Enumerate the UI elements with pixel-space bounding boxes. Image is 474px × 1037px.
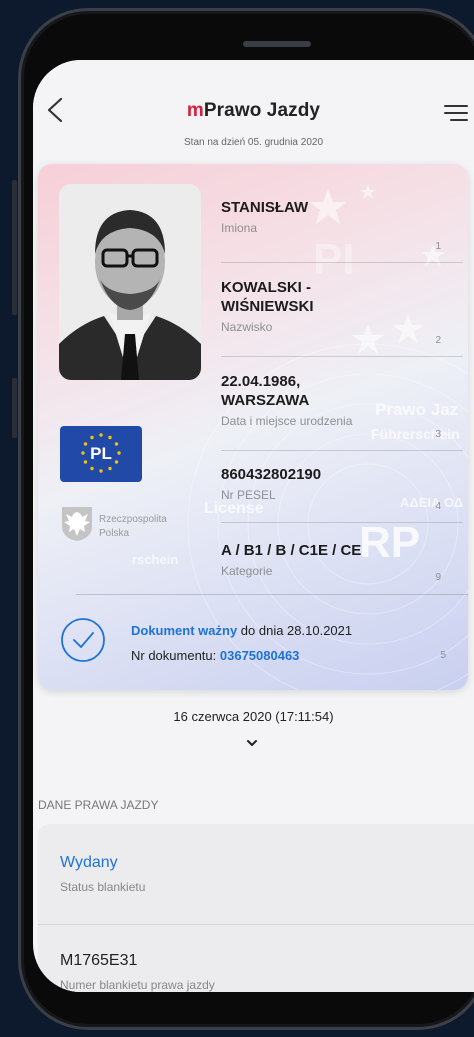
eu-flag: PL xyxy=(60,426,142,482)
eagle-icon xyxy=(62,507,92,541)
menu-icon[interactable] xyxy=(443,102,469,124)
check-circle-icon xyxy=(61,618,105,662)
side-button-power xyxy=(12,378,17,438)
license-card[interactable]: PI Prawo Jaz Führerschein License ΑΔΕΙΑ … xyxy=(38,164,468,690)
list-item-status[interactable]: Wydany Status blankietu xyxy=(60,854,145,894)
license-data-list: Wydany Status blankietu M1765E31 Numer b… xyxy=(38,824,474,992)
section-title: DANE PRAWA JAZDY xyxy=(38,798,159,812)
document-number: Nr dokumentu: 03675080463 xyxy=(131,648,300,663)
field-last-name: KOWALSKI - WIŚNIEWSKI Nazwisko 2 xyxy=(221,263,463,357)
license-fields: STANISŁAW Imiona 1 KOWALSKI - WIŚNIEWSKI… xyxy=(221,198,463,593)
app-header: mPrawo Jazdy Stan na dzień 05. grudnia 2… xyxy=(33,60,474,160)
field-first-name: STANISŁAW Imiona 1 xyxy=(221,198,463,263)
country-code: PL xyxy=(90,444,112,463)
validity-status: Dokument ważny do dnia 28.10.2021 xyxy=(131,623,353,638)
validity-field-number: 5 xyxy=(440,650,446,661)
field-categories: A / B1 / B / C1E / CE Kategorie 9 xyxy=(221,542,441,583)
app-screen: mPrawo Jazdy Stan na dzień 05. grudnia 2… xyxy=(33,60,474,992)
speaker-grille xyxy=(243,41,311,47)
list-item-blank-number[interactable]: M1765E31 Numer blankietu prawa jazdy xyxy=(60,952,215,992)
holder-photo xyxy=(59,184,201,380)
chevron-down-icon[interactable] xyxy=(245,738,259,748)
list-separator xyxy=(38,924,474,925)
card-divider xyxy=(76,594,468,595)
field-pesel: 860432802190 Nr PESEL 4 xyxy=(221,451,463,523)
field-birth: 22.04.1986, WARSZAWA Data i miejsce urod… xyxy=(221,357,463,451)
watermark-rschein: rschein xyxy=(132,552,179,567)
country-name: Rzeczpospolita Polska xyxy=(99,514,167,539)
side-button-volume xyxy=(12,180,17,315)
page-title: mPrawo Jazdy xyxy=(186,100,321,121)
status-date: Stan na dzień 05. grudnia 2020 xyxy=(184,137,323,148)
generated-timestamp: 16 czerwca 2020 (17:11:54) xyxy=(173,709,334,724)
